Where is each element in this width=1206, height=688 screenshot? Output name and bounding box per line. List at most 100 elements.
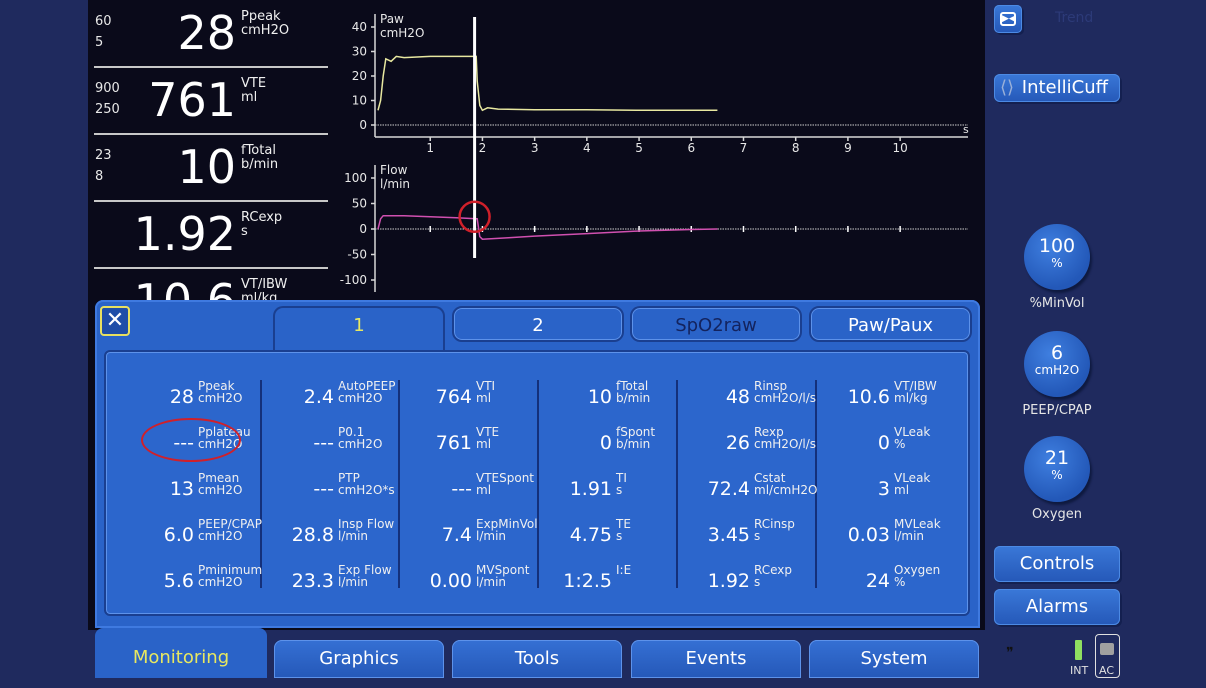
alarms-button[interactable]: Alarms (994, 589, 1120, 625)
param-value: 3.45 (707, 524, 750, 546)
param-unit: ml/kg (894, 391, 928, 405)
annotation-ellipse (141, 418, 241, 462)
close-button[interactable]: ✕ (100, 306, 130, 336)
param-value: 24 (865, 570, 890, 592)
monitoring-param: 10.6 VT/IBW ml/kg (818, 378, 948, 418)
monitoring-param: --- PTP cmH2O*s (262, 470, 395, 510)
y-tick-label: 0 (359, 118, 367, 132)
tab-2[interactable]: 2 (452, 306, 624, 342)
y-tick-label: 100 (344, 171, 367, 185)
param-value: 7.4 (441, 524, 472, 546)
param-unit: ml (476, 391, 492, 405)
monitoring-param: 28 Ppeak cmH2O (122, 378, 252, 418)
monitoring-param: 4.75 TE s (540, 516, 670, 556)
param-unit: b/min (241, 157, 279, 172)
param-value: 0.00 (429, 570, 472, 592)
monitoring-param: 5.6 Pminimum cmH2O (122, 562, 262, 602)
ac-label: AC (1099, 664, 1115, 677)
alarm-low: 250 (95, 102, 120, 117)
controls-button[interactable]: Controls (994, 546, 1120, 582)
param-unit: ml (476, 483, 492, 497)
freeze-icon: ▶◀ (1000, 12, 1016, 26)
param-value: 23.3 (291, 570, 334, 592)
monitoring-param: 7.4 ExpMinVol l/min (400, 516, 538, 556)
param-unit: l/min (476, 575, 507, 589)
waveform-charts[interactable]: PawcmH2O 0 10 20 30 40 s 1 2 3 4 5 6 7 8 9 10 Flowl/min 1… (340, 0, 980, 300)
param-unit: cmH2O/l/s (754, 391, 817, 405)
param-value: 3 (877, 478, 890, 500)
trend-button[interactable]: Trend (1055, 10, 1093, 26)
x-tick-label: 2 (479, 141, 487, 155)
monitoring-param: 26 Rexp cmH2O/l/s (678, 424, 816, 464)
big-param-ftotal[interactable]: 23 8 10 fTotal b/min (94, 134, 328, 202)
alarm-low: 8 (95, 169, 104, 184)
param-name: VT/IBW (241, 277, 288, 292)
param-unit: l/min (476, 529, 507, 543)
y-tick-label: 20 (352, 69, 367, 83)
param-value: 10 (587, 386, 612, 408)
intellicuff-label: IntelliCuff (1021, 77, 1109, 98)
monitoring-param: 764 VTI ml (400, 378, 530, 418)
param-unit: cmH2O (198, 529, 243, 543)
big-param-ppeak[interactable]: 60 5 28 Ppeak cmH2O (94, 0, 328, 68)
intellicuff-icon: ⟨⟩ (1000, 77, 1015, 98)
tab-1[interactable]: 1 (273, 306, 445, 350)
monitoring-column: 10 fTotal b/min 0 fSpont b/min 1.91 TI s 4.75 TE s 1… (540, 378, 670, 592)
param-unit: cmH2O (338, 391, 383, 405)
monitoring-param: 24 Oxygen% (818, 562, 948, 602)
x-tick-label: 10 (892, 141, 907, 155)
monitoring-param: 2.4 AutoPEEP cmH2O (262, 378, 396, 418)
nav-system[interactable]: System (809, 640, 979, 678)
monitoring-param: 10 fTotal b/min (540, 378, 670, 418)
param-value: 0 (877, 432, 890, 454)
param-unit: b/min (616, 391, 651, 405)
ac-power-indicator: AC (1095, 634, 1120, 678)
monitoring-param: 48 Rinsp cmH2O/l/s (678, 378, 816, 418)
knob-unit: % (1051, 256, 1063, 270)
y-tick-label: -100 (340, 273, 367, 287)
y-tick-label: -50 (347, 248, 367, 262)
param-unit: cmH2O*s (338, 483, 395, 497)
freeze-button[interactable]: ▶◀ (994, 5, 1022, 33)
param-name: VTE (241, 76, 267, 91)
battery-icon (1075, 640, 1082, 660)
chart-title: Flow (380, 163, 408, 177)
nav-graphics[interactable]: Graphics (274, 640, 444, 678)
big-param-vte[interactable]: 900 250 761 VTE ml (94, 67, 328, 135)
nav-events[interactable]: Events (631, 640, 801, 678)
big-param-vt-ibw[interactable]: 10.6 VT/IBW ml/kg (94, 268, 328, 300)
nav-tools[interactable]: Tools (452, 640, 622, 678)
alarm-low: 5 (95, 35, 104, 50)
battery-label: INT (1070, 664, 1089, 677)
monitoring-param: 0.03 MVLeak l/min (818, 516, 948, 556)
knob-unit: cmH2O (1034, 363, 1080, 377)
x-tick-label: 8 (792, 141, 800, 155)
param-value: 13 (169, 478, 194, 500)
knob-oxygen[interactable]: 21 % (1024, 436, 1090, 502)
big-param-rcexp[interactable]: 1.92 RCexp s (94, 201, 328, 269)
knob-label-oxygen: Oxygen (1031, 507, 1083, 522)
y-tick-label: 0 (359, 222, 367, 236)
param-unit: ml (894, 483, 910, 497)
tab-paw-paux[interactable]: Paw/Paux (809, 306, 972, 342)
x-tick-label: 3 (531, 141, 539, 155)
intellicuff-button[interactable]: ⟨⟩ IntelliCuff (994, 74, 1120, 102)
x-tick-label: 9 (844, 141, 852, 155)
column-divider (537, 380, 539, 588)
knob-peep[interactable]: 6 cmH2O (1024, 331, 1090, 397)
param-unit: s (754, 529, 761, 543)
nav-monitoring[interactable]: Monitoring (95, 628, 267, 678)
param-value: 2.4 (303, 386, 334, 408)
plug-icon (1100, 643, 1114, 655)
tab-spo2raw[interactable]: SpO2raw (630, 306, 802, 342)
param-name: I:E (616, 563, 632, 577)
param-unit: s (616, 529, 623, 543)
param-value: 28 (169, 386, 194, 408)
knob-value: 100 (1038, 235, 1076, 257)
chart-title: Paw (380, 12, 404, 26)
knob-minvol[interactable]: 100 % (1024, 224, 1090, 290)
close-icon: ✕ (105, 308, 125, 333)
y-tick-label: 50 (352, 197, 367, 211)
param-unit: l/min (338, 575, 369, 589)
knob-label-peep: PEEP/CPAP (1022, 403, 1092, 418)
